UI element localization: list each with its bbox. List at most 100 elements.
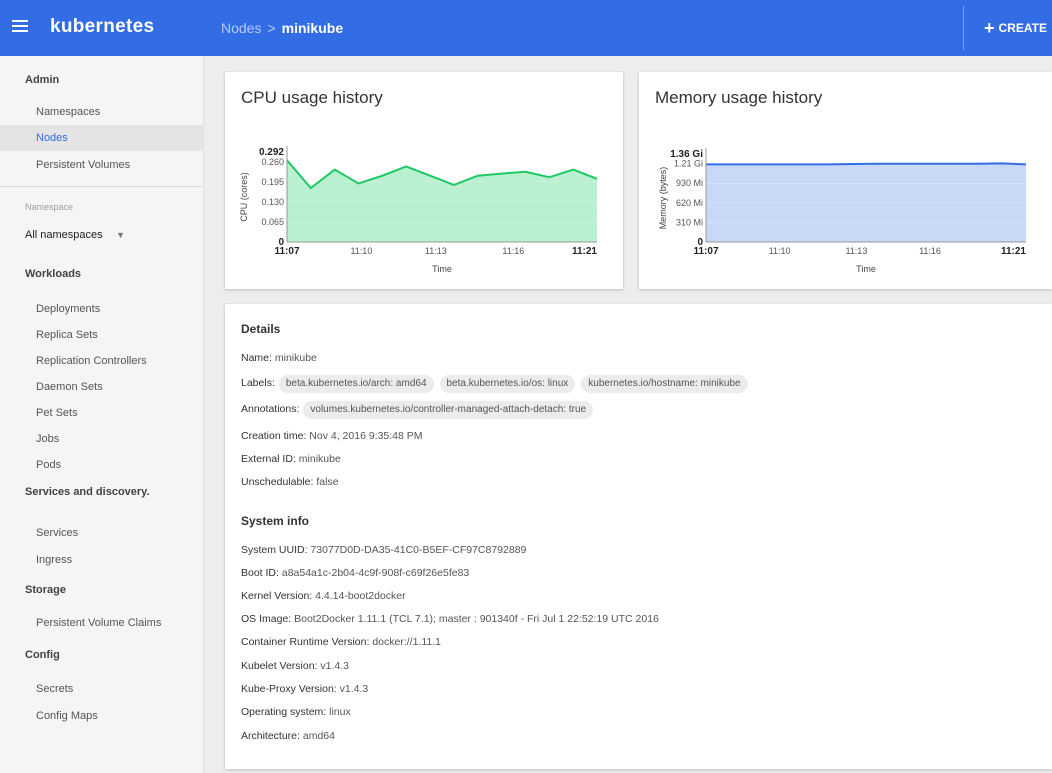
sysinfo-kubelet: Kubelet Version: v1.4.3: [241, 656, 349, 676]
detail-key: Annotations:: [241, 403, 300, 415]
sidebar-section-config[interactable]: Config: [25, 649, 60, 661]
cpu-usage-card: CPU usage history 0 0.065 0.130 0.195 0.260 0…: [225, 72, 623, 289]
cpu-y-tick: 0.260: [261, 157, 284, 167]
caret-down-icon: ▼: [116, 230, 125, 240]
sysinfo-key: OS Image:: [241, 613, 292, 625]
cpu-y-tick: 0.292: [259, 147, 284, 158]
detail-value: Nov 4, 2016 9:35:48 PM: [309, 430, 423, 442]
sysinfo-arch: Architecture: amd64: [241, 726, 335, 746]
cpu-area: [287, 160, 597, 242]
memory-usage-chart: 0310 Mi620 Mi930 Mi1.21 Gi1.36 Gi11:07 11…: [658, 148, 1027, 274]
sidebar-item-pods[interactable]: Pods: [0, 452, 203, 478]
sysinfo-key: Container Runtime Version:: [241, 636, 370, 648]
sidebar-section-services[interactable]: Services and discovery.: [25, 486, 150, 498]
sysinfo-kernel: Kernel Version: 4.4.14-boot2docker: [241, 586, 406, 606]
sysinfo-key: Architecture:: [241, 730, 300, 742]
detail-unschedulable: Unschedulable: false: [241, 472, 339, 492]
memory-y-tick: 310 Mi: [676, 217, 703, 227]
detail-value: minikube: [274, 352, 317, 364]
sysinfo-value: 4.4.14-boot2docker: [315, 590, 406, 602]
memory-x-tick: 11:16: [919, 246, 941, 256]
memory-x-tick: 11:21: [1001, 246, 1026, 257]
detail-name: Name: minikube: [241, 348, 317, 368]
memory-usage-card: Memory usage history 0 310 Mi 620 Mi 930 Mi…: [639, 72, 1052, 289]
detail-key: Creation time:: [241, 430, 307, 442]
sysinfo-key: Boot ID:: [241, 567, 279, 579]
top-app-bar: kubernetes Nodes > minikube + CREATE: [0, 0, 1052, 56]
cpu-y-axis-title: CPU (cores): [239, 172, 249, 222]
sidebar-item-persistent-volumes[interactable]: Persistent Volumes: [0, 152, 203, 178]
sidebar-section-storage[interactable]: Storage: [25, 584, 66, 596]
label-chip: beta.kubernetes.io/os: linux: [439, 375, 576, 393]
detail-key: Unschedulable:: [241, 476, 314, 488]
memory-x-tick: 11:07: [693, 246, 718, 257]
detail-value: false: [316, 476, 339, 488]
sidebar-item-replication-controllers[interactable]: Replication Controllers: [0, 348, 203, 374]
sysinfo-value: Boot2Docker 1.11.1 (TCL 7.1); master : 9…: [294, 613, 659, 625]
sidebar-divider: [0, 186, 203, 187]
sidebar-item-services[interactable]: Services: [0, 520, 203, 546]
detail-key: Labels:: [241, 377, 275, 389]
sysinfo-kube-proxy: Kube-Proxy Version: v1.4.3: [241, 679, 368, 699]
cpu-x-axis-title: Time: [432, 264, 452, 274]
details-heading: Details: [241, 322, 281, 336]
sidebar-item-jobs[interactable]: Jobs: [0, 426, 203, 452]
sidebar-item-replica-sets[interactable]: Replica Sets: [0, 322, 203, 348]
label-chip: beta.kubernetes.io/arch: amd64: [278, 375, 434, 393]
sysinfo-key: Kubelet Version:: [241, 660, 318, 672]
sidebar-item-daemon-sets[interactable]: Daemon Sets: [0, 374, 203, 400]
sidebar-item-secrets[interactable]: Secrets: [0, 676, 203, 702]
create-button[interactable]: + CREATE: [984, 18, 1047, 39]
cpu-x-tick: 11:07: [274, 246, 299, 257]
cpu-x-tick: 11:13: [425, 246, 447, 256]
sysinfo-key: Kube-Proxy Version:: [241, 683, 337, 695]
sysinfo-uuid: System UUID: 73077D0D-DA35-41C0-B5EF-CF9…: [241, 540, 526, 560]
sidebar-item-config-maps[interactable]: Config Maps: [0, 703, 203, 729]
plus-icon: +: [984, 18, 995, 38]
sidebar-item-nodes[interactable]: Nodes: [0, 125, 203, 151]
sidebar-item-ingress[interactable]: Ingress: [0, 547, 203, 573]
menu-icon[interactable]: [12, 17, 30, 33]
app-title[interactable]: kubernetes: [50, 16, 154, 38]
sysinfo-value: linux: [329, 706, 351, 718]
sidebar-item-namespaces[interactable]: Namespaces: [0, 99, 203, 125]
breadcrumb-separator: >: [267, 20, 276, 36]
namespace-label: Namespace: [25, 202, 74, 212]
sidebar-section-workloads[interactable]: Workloads: [25, 268, 81, 280]
cpu-usage-chart: 00.0650.1300.1950.2600.29211:07 11:10 11:1…: [239, 146, 597, 274]
sysinfo-value: amd64: [302, 730, 335, 742]
memory-line: [706, 162, 1027, 166]
sysinfo-key: Operating system:: [241, 706, 327, 718]
breadcrumb-nodes-link[interactable]: Nodes: [221, 20, 261, 36]
namespace-select[interactable]: All namespaces ▼: [25, 224, 135, 246]
sysinfo-value: v1.4.3: [320, 660, 349, 672]
sysinfo-boot-id: Boot ID: a8a54a1c-2b04-4c9f-908f-c69f26e…: [241, 563, 469, 583]
sysinfo-os: Operating system: linux: [241, 702, 351, 722]
memory-y-tick: 1.21 Gi: [674, 159, 703, 169]
namespace-selected: All namespaces: [25, 229, 103, 241]
breadcrumb-current: minikube: [281, 20, 344, 36]
detail-labels: Labels: beta.kubernetes.io/arch: amd64 bet…: [241, 373, 750, 393]
memory-y-axis-title: Memory (bytes): [658, 167, 668, 230]
create-label: CREATE: [998, 21, 1047, 35]
sidebar-section-admin[interactable]: Admin: [25, 74, 59, 86]
system-info-heading: System info: [241, 514, 310, 528]
cpu-x-tick: 11:10: [350, 246, 372, 256]
sidebar-item-pet-sets[interactable]: Pet Sets: [0, 400, 203, 426]
label-chip: kubernetes.io/hostname: minikube: [581, 375, 748, 393]
sysinfo-key: System UUID:: [241, 544, 308, 556]
detail-creation-time: Creation time: Nov 4, 2016 9:35:48 PM: [241, 426, 423, 446]
topbar-divider: [963, 6, 964, 50]
sidebar-item-deployments[interactable]: Deployments: [0, 296, 203, 322]
annotation-chip: volumes.kubernetes.io/controller-managed…: [303, 401, 594, 419]
sysinfo-value: docker://1.11.1: [372, 636, 442, 648]
detail-key: Name:: [241, 352, 272, 364]
sysinfo-value: a8a54a1c-2b04-4c9f-908f-c69f26e5fe83: [281, 567, 470, 579]
memory-x-axis-title: Time: [856, 264, 876, 274]
sysinfo-value: 73077D0D-DA35-41C0-B5EF-CF97C8792889: [310, 544, 527, 556]
breadcrumb: Nodes > minikube: [221, 20, 343, 36]
sysinfo-key: Kernel Version:: [241, 590, 313, 602]
sysinfo-value: v1.4.3: [339, 683, 369, 695]
memory-x-tick: 11:13: [845, 246, 867, 256]
sidebar-item-persistent-volume-claims[interactable]: Persistent Volume Claims: [0, 610, 203, 636]
